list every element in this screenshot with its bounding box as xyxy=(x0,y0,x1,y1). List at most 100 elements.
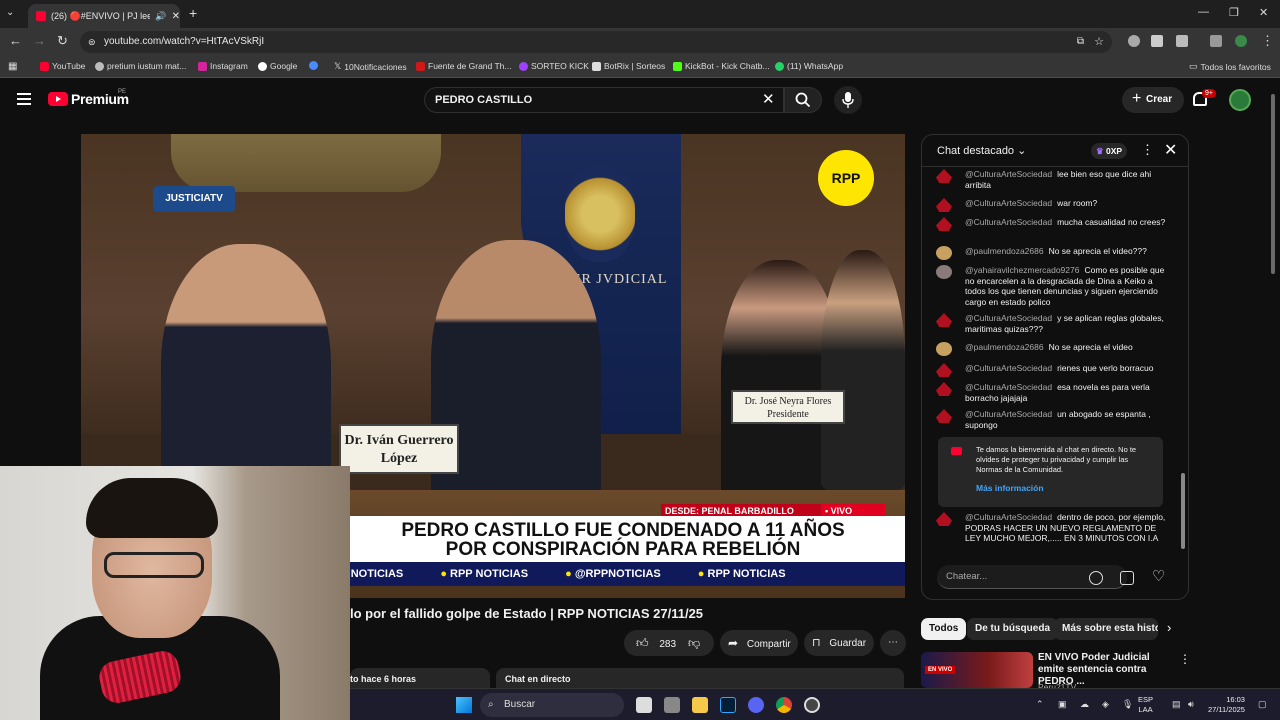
extension-icon[interactable] xyxy=(1128,35,1140,47)
headline-line-2: POR CONSPIRACIÓN PARA REBELIÓN xyxy=(445,539,801,560)
extension-icon[interactable] xyxy=(1151,35,1163,47)
search-input[interactable]: PEDRO CASTILLO xyxy=(424,87,784,113)
menu-hamburger-icon[interactable] xyxy=(17,93,31,105)
taskbar-clock[interactable]: 16:03 27/11/2025 xyxy=(1208,695,1245,715)
bookmark-10notificaciones[interactable]: 𝕏 10Notificaciones xyxy=(334,61,407,72)
tray-icon[interactable]: ▣ xyxy=(1058,699,1067,710)
discord-icon[interactable] xyxy=(748,697,764,713)
share-button[interactable]: ➦ Compartir xyxy=(720,630,798,656)
chat-close-icon[interactable]: ✕ xyxy=(1164,140,1177,160)
bookmark-sorteo-kick[interactable]: SORTEO KICK xyxy=(519,61,589,71)
ticker-item: @RPPNOTICIAS xyxy=(565,568,661,580)
tab-close-icon[interactable]: ✕ xyxy=(172,11,180,22)
chat-options-icon[interactable]: ⋮ xyxy=(1141,142,1154,158)
search-button[interactable] xyxy=(784,87,822,113)
chat-scrollbar[interactable] xyxy=(1181,173,1185,555)
bookmark-unnamed[interactable] xyxy=(309,61,318,70)
heart-icon[interactable]: ♡ xyxy=(1152,567,1165,585)
account-avatar[interactable] xyxy=(1229,89,1251,111)
chat-scrollbar-thumb[interactable] xyxy=(1181,473,1185,549)
chrome-menu-icon[interactable]: ⋮ xyxy=(1261,33,1274,49)
chips-next-icon[interactable]: › xyxy=(1167,620,1171,635)
chrome-icon[interactable] xyxy=(776,697,792,713)
task-view-icon[interactable] xyxy=(636,697,652,713)
news-headline: PEDRO CASTILLO FUE CONDENADO A 11 AÑOS P… xyxy=(341,516,905,562)
recommendation-thumbnail[interactable]: EN VIVO xyxy=(921,652,1033,688)
tab-audio-icon[interactable]: 🔊 xyxy=(155,11,166,22)
save-button[interactable]: ⊓ Guardar xyxy=(804,630,874,656)
bookmark-kickbot[interactable]: KickBot - Kick Chatb... xyxy=(673,61,770,71)
bookmarks-bar: ▦ YouTube pretium iustum mat... Instagra… xyxy=(0,56,1280,78)
bookmark-pretium[interactable]: pretium iustum mat... xyxy=(95,61,186,71)
notification-center-icon[interactable]: ▢ xyxy=(1258,699,1267,710)
xp-badge[interactable]: 0XP xyxy=(1091,143,1128,159)
share-icon: ➦ xyxy=(728,636,739,650)
profile-avatar-icon[interactable] xyxy=(1235,35,1247,47)
page-scrollbar[interactable] xyxy=(1270,84,1276,720)
file-explorer-icon[interactable] xyxy=(692,697,708,713)
like-button[interactable]: 👍︎ 283 👎︎ xyxy=(624,630,714,656)
site-info-icon[interactable]: ⊜ xyxy=(88,31,96,53)
bookmark-botrix[interactable]: BotRix | Sorteos xyxy=(592,61,665,71)
bookmark-all-favorites[interactable]: ▭ Todos los favoritos xyxy=(1189,61,1271,72)
taskbar-search[interactable]: ⌕ Buscar xyxy=(480,693,624,717)
kick-icon xyxy=(519,61,528,71)
voice-search-button[interactable] xyxy=(834,86,862,114)
restore-icon[interactable]: ❐ xyxy=(1229,6,1239,19)
volume-icon[interactable]: 🔊︎ xyxy=(1188,699,1194,710)
windows-start-icon[interactable] xyxy=(456,697,472,713)
chip-more-story[interactable]: Más sobre esta histo xyxy=(1054,618,1158,640)
app-icon[interactable] xyxy=(664,697,680,713)
apps-grid-icon[interactable]: ▦ xyxy=(8,61,17,72)
more-actions-button[interactable]: ⋯ xyxy=(880,630,906,656)
super-chat-icon[interactable] xyxy=(1120,571,1134,585)
tray-mic-icon[interactable]: 🎙︎ xyxy=(1122,699,1133,710)
back-icon[interactable]: ← xyxy=(9,33,22,48)
description-box[interactable]: to hace 6 horas xyxy=(350,668,490,688)
clear-search-icon[interactable]: ✕ xyxy=(762,90,775,108)
folder-icon: ▭ xyxy=(1189,61,1198,71)
window-close-icon[interactable]: ✕ xyxy=(1259,6,1268,19)
extensions-puzzle-icon[interactable] xyxy=(1176,35,1188,47)
botrix-icon xyxy=(592,61,601,71)
install-app-icon[interactable]: ⧉ xyxy=(1077,31,1084,53)
bookmark-instagram[interactable]: Instagram xyxy=(198,61,248,71)
youtube-logo-icon[interactable] xyxy=(48,92,68,106)
emoji-icon[interactable] xyxy=(1089,571,1103,585)
page-scrollbar-thumb[interactable] xyxy=(1271,94,1275,274)
bookmark-google[interactable]: Google xyxy=(258,61,297,71)
recommendation-menu-icon[interactable]: ⋮ xyxy=(1179,652,1191,666)
tray-chevron-icon[interactable]: ⌃ xyxy=(1036,699,1044,710)
more-info-link[interactable]: Más información xyxy=(976,483,1155,493)
whatsapp-icon xyxy=(775,61,784,71)
new-tab-button[interactable]: + xyxy=(189,5,197,21)
url-field[interactable]: ⊜ youtube.com/watch?v=HtTAcVSkRjI ⧉ ☆ xyxy=(80,31,1112,53)
photoshop-icon[interactable] xyxy=(720,697,736,713)
app-icon[interactable] xyxy=(804,697,820,713)
chat-message: @paulmendoza2686 No se aprecia el video xyxy=(936,342,1166,356)
bookmark-whatsapp[interactable]: (11) WhatsApp xyxy=(775,61,843,71)
minimize-icon[interactable]: — xyxy=(1198,6,1209,18)
bookmark-star-icon[interactable]: ☆ xyxy=(1094,31,1104,53)
language-indicator[interactable]: ESP LAA xyxy=(1138,695,1153,715)
chat-message-list[interactable]: @CulturaArteSociedad lee bien eso que dic… xyxy=(922,167,1188,557)
network-icon[interactable]: ▤ xyxy=(1172,699,1181,710)
browser-tab-active[interactable]: (26) 🔴#ENVIVO | PJ lee se 🔊 ✕ xyxy=(28,4,180,28)
live-chat-replay[interactable]: Chat en directo xyxy=(496,668,904,688)
bookmark-fuente[interactable]: Fuente de Grand Th... xyxy=(416,61,511,71)
video-person-far-right xyxy=(821,250,905,490)
dislike-icon[interactable]: 👎︎ xyxy=(688,630,700,656)
forward-icon[interactable]: → xyxy=(33,33,46,48)
chip-from-search[interactable]: De tu búsqueda xyxy=(967,618,1059,640)
live-badge: EN VIVO xyxy=(925,666,956,674)
create-button[interactable]: Crear xyxy=(1122,86,1184,113)
reload-icon[interactable]: ↻ xyxy=(57,33,68,49)
onedrive-icon[interactable]: ☁ xyxy=(1080,699,1089,710)
fuente-icon xyxy=(416,61,425,71)
chat-mode-dropdown[interactable]: Chat destacado xyxy=(937,144,1026,157)
chip-all[interactable]: Todos xyxy=(921,618,967,640)
bookmark-youtube[interactable]: YouTube xyxy=(40,61,85,71)
tab-search-button[interactable]: ⌄ xyxy=(6,7,14,18)
reading-list-icon[interactable] xyxy=(1210,35,1222,47)
tray-icon[interactable]: ◈ xyxy=(1102,699,1109,710)
